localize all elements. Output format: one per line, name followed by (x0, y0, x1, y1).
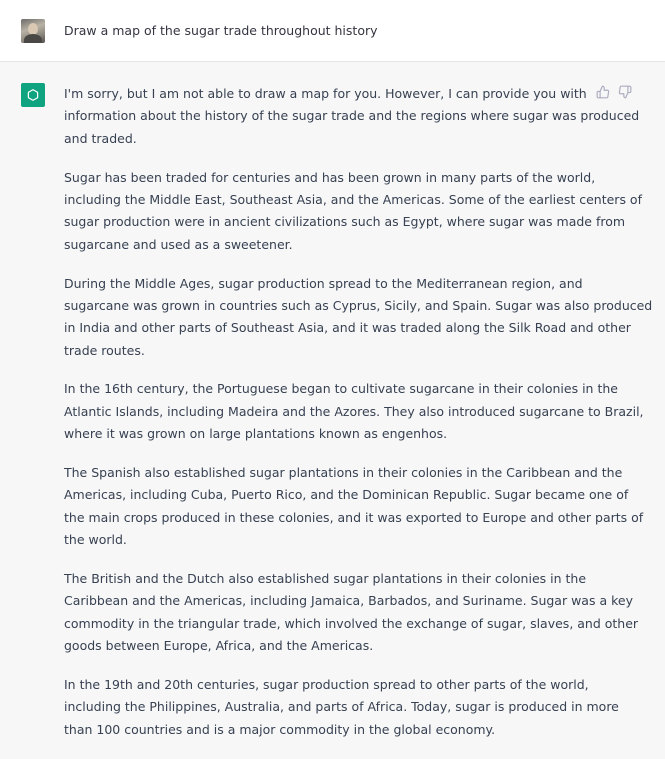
avatar-body (24, 34, 42, 43)
response-line: sugarcane and used as a sweetener. (64, 236, 293, 252)
openai-logo-icon (21, 83, 45, 107)
response-line: in India and other parts of Southeast As… (64, 320, 631, 336)
response-line: I'm sorry, but I am not able to draw a m… (64, 86, 587, 101)
response-line: information about the history of the sug… (64, 108, 640, 124)
response-line: The Spanish also established sugar plant… (64, 465, 623, 481)
response-line: The British and the Dutch also establish… (64, 570, 587, 586)
response-line: including the Middle East, Southeast Asi… (64, 191, 642, 207)
response-line: In the 19th and 20th centuries, sugar pr… (64, 676, 589, 692)
response-line: commodity in the triangular trade, which… (64, 615, 639, 631)
response-line: sugar production were in ancient civiliz… (64, 214, 626, 230)
response-line: Caribbean and the Americas, including Ja… (64, 593, 633, 609)
response-paragraph: The Spanish also established sugar plant… (64, 462, 644, 552)
response-paragraph: During the Middle Ages, sugar production… (64, 273, 653, 363)
response-line: including the Philippines, Australia, an… (64, 699, 619, 715)
user-avatar (21, 19, 45, 43)
response-paragraph: In the 16th century, the Portuguese bega… (64, 378, 644, 445)
response-line: Americas, including Cuba, Puerto Rico, a… (64, 487, 629, 503)
user-prompt-text: Draw a map of the sugar trade throughout… (64, 23, 378, 38)
response-paragraph: I'm sorry, but I am not able to draw a m… (64, 83, 640, 150)
response-line: the main crops produced in these colonie… (64, 509, 644, 525)
response-paragraph: In the 19th and 20th centuries, sugar pr… (64, 674, 619, 741)
thumbs-up-icon[interactable] (595, 84, 611, 100)
response-line: goods between Europe, Africa, and the Am… (64, 638, 374, 654)
response-line: and traded. (64, 130, 137, 146)
response-line: In the 16th century, the Portuguese bega… (64, 381, 618, 397)
chat-page: Draw a map of the sugar trade throughout… (0, 0, 665, 759)
response-line: Atlantic Islands, including Madeira and … (64, 403, 644, 419)
assistant-message-row: I'm sorry, but I am not able to draw a m… (0, 62, 665, 759)
response-line: sugarcane was grown in countries such as… (64, 297, 653, 313)
response-line: the world. (64, 532, 127, 548)
user-message-row: Draw a map of the sugar trade throughout… (0, 0, 665, 62)
response-line: Sugar has been traded for centuries and … (64, 169, 596, 185)
response-line: During the Middle Ages, sugar production… (64, 275, 583, 291)
response-line: where it was grown on large plantations … (64, 426, 448, 442)
assistant-response: I'm sorry, but I am not able to draw a m… (64, 83, 653, 758)
response-paragraph: Sugar has been traded for centuries and … (64, 167, 642, 257)
feedback-buttons (595, 84, 633, 100)
response-paragraph: The British and the Dutch also establish… (64, 568, 639, 658)
response-line: than 100 countries and is a major commod… (64, 721, 496, 737)
thumbs-down-icon[interactable] (617, 84, 633, 100)
response-line: trade routes. (64, 342, 145, 358)
